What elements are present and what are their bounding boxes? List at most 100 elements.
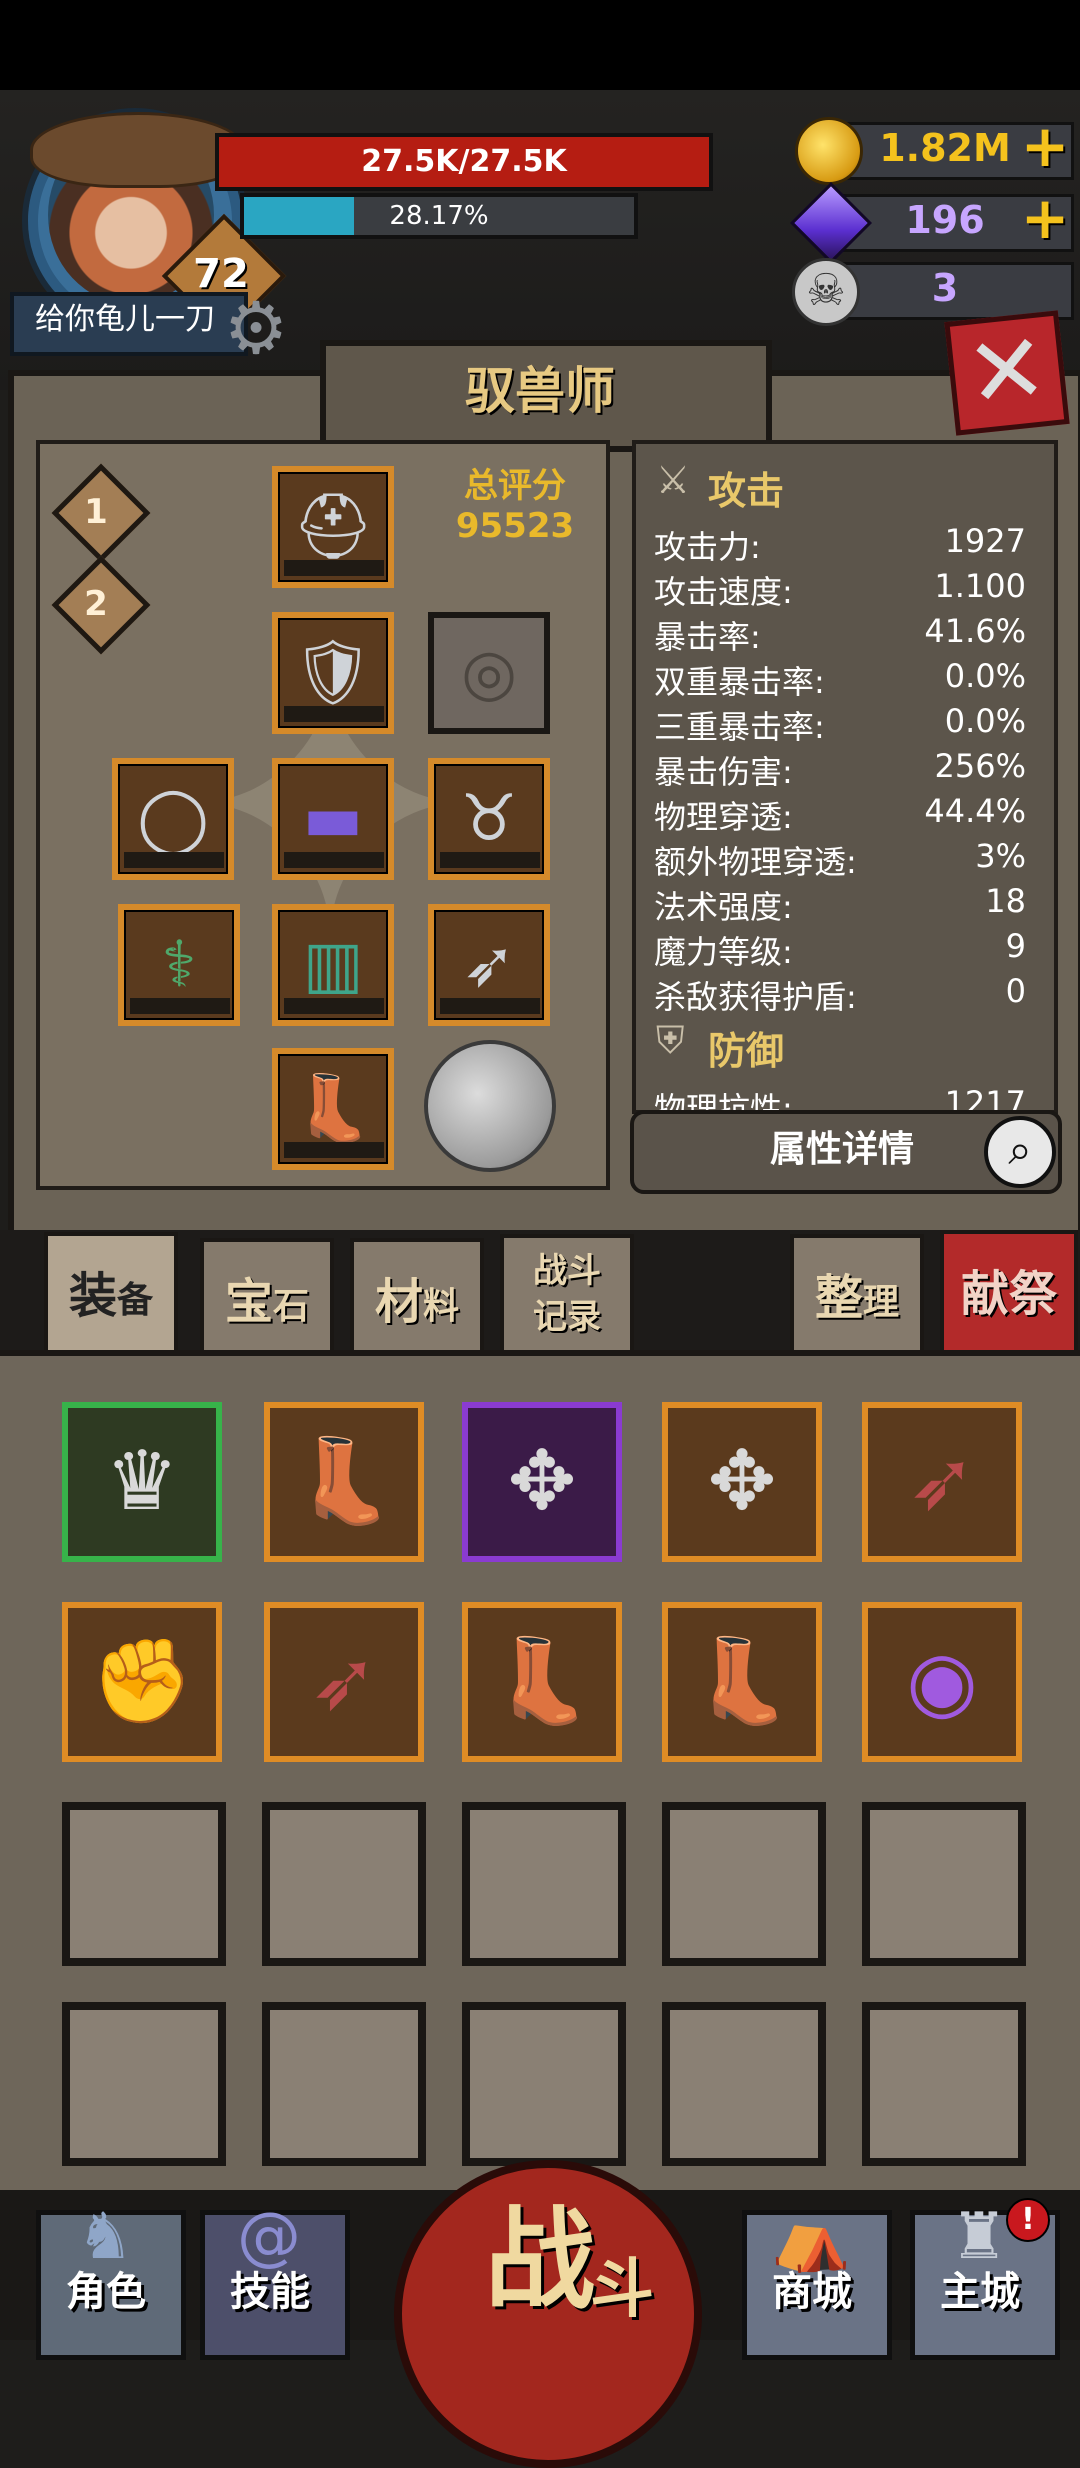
boots-icon: 👢 <box>292 1434 396 1529</box>
page-title: 驭兽师 <box>465 362 615 420</box>
nav-skills-label: 技能 <box>230 2269 310 2315</box>
organize-label-b: 理 <box>863 1282 900 1323</box>
stat-value: 3% <box>975 837 1026 875</box>
organize-button[interactable]: 整理 <box>790 1234 924 1362</box>
weapon-slot[interactable]: ➶ <box>428 904 550 1026</box>
inventory-slot-empty[interactable] <box>862 2002 1026 2166</box>
attack-header: 攻击 <box>708 469 785 513</box>
helmet-slot[interactable]: ⛑ <box>272 466 394 588</box>
inventory-slot[interactable]: 👢 <box>662 1602 822 1762</box>
inventory-slot[interactable]: ◉ <box>862 1602 1022 1762</box>
stat-name: 魔力等级: <box>654 933 793 971</box>
necklace-slot[interactable]: ♉ <box>428 758 550 880</box>
belt-icon: ◉ <box>906 1634 978 1729</box>
inventory-slot-empty[interactable] <box>462 1802 626 1966</box>
bracer-slot[interactable]: ⚕ <box>118 904 240 1026</box>
gold-coin-icon <box>795 117 863 185</box>
stat-value: 1.100 <box>934 567 1026 605</box>
inventory-slot[interactable]: ➶ <box>264 1602 424 1762</box>
stat-value: 18 <box>985 882 1026 920</box>
bow-icon: ➶ <box>309 1634 379 1729</box>
inventory-slot[interactable]: ➶ <box>862 1402 1022 1562</box>
stat-name: 暴击率: <box>654 618 761 656</box>
nav-main-city-label: 主城 <box>940 2269 1020 2315</box>
coin-slot[interactable] <box>424 1040 556 1172</box>
belt-slot[interactable]: ▬ <box>272 758 394 880</box>
inventory-slot[interactable]: ✥ <box>662 1402 822 1562</box>
tab-equipment-label-b: 备 <box>117 1280 154 1321</box>
ram-skull-icon: ☠ <box>792 258 860 326</box>
nav-character-label: 角色 <box>66 2269 146 2315</box>
socket-pips <box>130 998 230 1014</box>
socket-pips <box>284 1142 384 1158</box>
inventory-slot-empty[interactable] <box>62 2002 226 2166</box>
stat-name: 暴击伤害: <box>654 753 793 791</box>
hp-text: 27.5K/27.5K <box>361 144 567 179</box>
socket-pips <box>440 852 540 868</box>
inventory-slot-empty[interactable] <box>262 2002 426 2166</box>
stat-name: 额外物理穿透: <box>654 843 857 881</box>
tab-gems-label-a: 宝 <box>224 1274 273 1330</box>
inventory-slot-empty[interactable] <box>662 1802 826 1966</box>
boots-icon: 👢 <box>490 1634 594 1729</box>
tokens-amount: 3 <box>931 266 959 310</box>
tab-materials-label-b: 料 <box>423 1286 460 1327</box>
stat-value: 0.0% <box>944 657 1026 695</box>
organize-label-a: 整 <box>814 1270 863 1326</box>
inventory-slot-empty[interactable] <box>462 2002 626 2166</box>
inventory-slot-empty[interactable] <box>62 1802 226 1966</box>
shield-icon: ⛨ <box>656 1018 685 1062</box>
avatar-hat <box>30 112 246 188</box>
socket-pips <box>284 852 384 868</box>
gems-amount: 196 <box>905 198 985 242</box>
exp-text: 28.17% <box>389 201 489 231</box>
score-label: 总评分 <box>464 466 566 506</box>
chest-slot[interactable]: 🛡 <box>272 612 394 734</box>
stat-name: 三重暴击率: <box>654 708 825 746</box>
tab-battle-log[interactable]: 战斗 记录 <box>500 1234 634 1358</box>
tab-materials[interactable]: 材料 <box>350 1238 484 1366</box>
inventory-slot-empty[interactable] <box>662 2002 826 2166</box>
inventory-slot-empty[interactable] <box>262 1802 426 1966</box>
inventory-slot-empty[interactable] <box>862 1802 1026 1966</box>
bow-icon: ➶ <box>907 1434 977 1529</box>
tab-battle-log-line1: 战斗 <box>533 1251 601 1291</box>
crossed-swords-icon: ⚔ <box>656 458 691 502</box>
tab-equipment-label-a: 装 <box>68 1268 117 1324</box>
inventory-slot[interactable]: ♛ <box>62 1402 222 1562</box>
stat-value: 44.4% <box>924 792 1026 830</box>
boots-slot[interactable]: 👢 <box>272 1048 394 1170</box>
set-tab-2-label: 2 <box>84 584 108 624</box>
inventory-slot[interactable]: 👢 <box>462 1602 622 1762</box>
stat-value: 0.0% <box>944 702 1026 740</box>
inventory-slot[interactable]: ✊ <box>62 1602 222 1762</box>
stat-name: 攻击速度: <box>654 573 793 611</box>
stat-name: 物理穿透: <box>654 798 793 836</box>
inventory-slot[interactable]: ✥ <box>462 1402 622 1562</box>
status-bar <box>0 0 1080 90</box>
tab-gems[interactable]: 宝石 <box>200 1238 334 1366</box>
notification-badge: ! <box>1006 2198 1050 2242</box>
sacrifice-button[interactable]: 献祭 <box>940 1230 1078 1358</box>
socket-pips <box>284 560 384 576</box>
close-button[interactable]: ✕ <box>944 310 1070 436</box>
pants-slot[interactable]: ▥ <box>272 904 394 1026</box>
stat-name: 法术强度: <box>654 888 793 926</box>
stat-value: 1927 <box>944 522 1026 560</box>
gear-icon[interactable]: ⚙ <box>218 290 294 366</box>
search-icon[interactable]: ⌕ <box>984 1116 1056 1188</box>
nav-shop-label: 商城 <box>772 2269 852 2315</box>
tab-gems-label-b: 石 <box>273 1286 310 1327</box>
empty-slot-icon: ◎ <box>461 636 517 710</box>
stat-value: 9 <box>1005 927 1026 965</box>
stat-value: 0 <box>1005 972 1026 1010</box>
crossbow-icon: ✥ <box>507 1434 577 1529</box>
add-gems-button[interactable]: + <box>1020 189 1070 250</box>
set-tab-1-label: 1 <box>84 492 108 532</box>
inventory-slot[interactable]: 👢 <box>264 1402 424 1562</box>
tab-equipment[interactable]: 装备 <box>44 1232 178 1360</box>
stat-name: 杀敌获得护盾: <box>654 978 857 1016</box>
add-gold-button[interactable]: + <box>1020 117 1070 178</box>
ring-slot[interactable]: ◯ <box>112 758 234 880</box>
empty-slot[interactable]: ◎ <box>428 612 550 734</box>
